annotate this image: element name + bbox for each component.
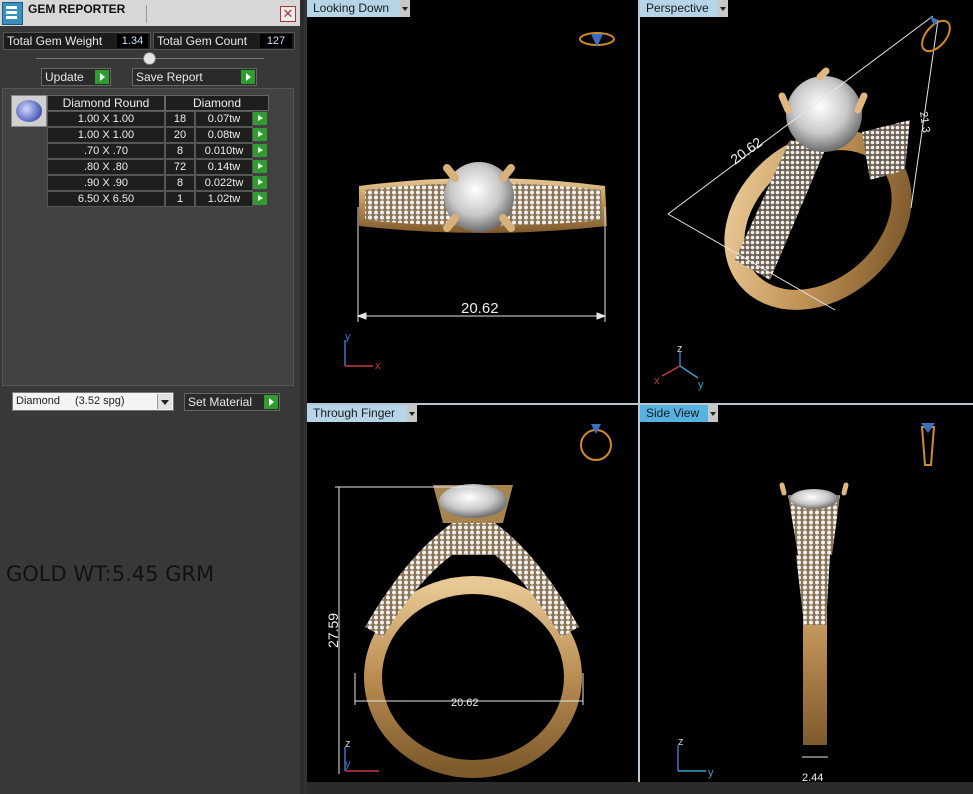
gem-count-cell: 1 [165, 191, 195, 207]
dimension-label: 27.59 [325, 613, 341, 648]
viewport-side-view[interactable]: Side View 2.44 z y [640, 405, 973, 782]
gem-size-cell: .80 X .80 [47, 159, 165, 175]
table-row: .70 X .70 8 0.010tw [47, 143, 269, 159]
diamond-gem-icon[interactable] [11, 95, 47, 127]
viewport-perspective[interactable]: Perspective 20.62 21.3 z x y [640, 0, 973, 403]
panel-title: GEM REPORTER [28, 2, 126, 16]
gem-list-area: Diamond Round Diamond 1.00 X 1.00 18 0.0… [2, 88, 294, 386]
material-select[interactable]: Diamond (3.52 spg) [12, 392, 174, 411]
total-gem-count-value: 127 [260, 34, 292, 48]
play-arrow-icon[interactable] [95, 70, 109, 84]
table-row: 1.00 X 1.00 20 0.08tw [47, 127, 269, 143]
ring-perspective-view [724, 67, 912, 310]
viewport-through-finger[interactable]: Through Finger 27.59 20.62 z y [307, 405, 638, 782]
axis-label: z [345, 738, 351, 750]
gem-weight-cell: 1.02tw [195, 191, 253, 207]
panel-slider-handle[interactable] [143, 52, 156, 65]
panel-titlebar: GEM REPORTER ✕ [0, 0, 300, 26]
play-arrow-icon[interactable] [253, 128, 267, 141]
gem-weight-cell: 0.07tw [195, 111, 253, 127]
play-arrow-icon[interactable] [253, 144, 267, 157]
gem-table-header-material: Diamond [165, 95, 269, 111]
ring-view-icon[interactable] [579, 32, 615, 47]
table-row: 6.50 X 6.50 1 1.02tw [47, 191, 269, 207]
gem-size-cell: .90 X .90 [47, 175, 165, 191]
dimension-label: 2.44 [802, 772, 823, 782]
total-gem-count-field: Total Gem Count 127 [153, 32, 295, 50]
gem-weight-cell: 0.08tw [195, 127, 253, 143]
play-arrow-icon[interactable] [264, 395, 278, 409]
gem-reporter-panel: GEM REPORTER ✕ Total Gem Weight 1.34 Tot… [0, 0, 300, 794]
play-arrow-icon[interactable] [253, 160, 267, 173]
dimension-label: 20.62 [451, 697, 479, 709]
gem-size-cell: .70 X .70 [47, 143, 165, 159]
gem-size-cell: 6.50 X 6.50 [47, 191, 165, 207]
ring-top-view [359, 162, 607, 233]
gem-table-header-shape: Diamond Round [47, 95, 165, 111]
table-row: 1.00 X 1.00 18 0.07tw [47, 111, 269, 127]
material-select-value: Diamond [16, 395, 61, 407]
gem-weight-cell: 0.010tw [195, 143, 253, 159]
dimension-label: 21.3 [917, 111, 932, 134]
update-button-label: Update [45, 70, 84, 84]
dimension-label: 20.62 [461, 300, 499, 317]
through-finger-scene: 27.59 20.62 z y [325, 424, 612, 778]
table-row: .80 X .80 72 0.14tw [47, 159, 269, 175]
play-arrow-icon[interactable] [241, 70, 255, 84]
gem-count-cell: 8 [165, 143, 195, 159]
axis-gizmo: z y [344, 738, 379, 772]
looking-down-scene: 20.62 y x [344, 32, 615, 372]
axis-gizmo: y x [344, 331, 381, 372]
gem-count-cell: 8 [165, 175, 195, 191]
play-arrow-icon[interactable] [253, 112, 267, 125]
total-gem-count-label: Total Gem Count [157, 34, 248, 48]
total-gem-weight-label: Total Gem Weight [7, 34, 103, 48]
update-button[interactable]: Update [41, 68, 111, 86]
total-gem-weight-field: Total Gem Weight 1.34 [3, 32, 151, 50]
side-view-scene: 2.44 z y [677, 423, 936, 782]
save-report-button-label: Save Report [136, 70, 203, 84]
gold-weight-note: GOLD WT:5.45 GRM [6, 562, 215, 586]
axis-label: z [678, 736, 684, 748]
axis-label: y [345, 331, 351, 343]
gem-weight-cell: 0.022tw [195, 175, 253, 191]
ring-side-view [779, 482, 849, 745]
axis-label: x [654, 375, 660, 387]
axis-label: z [677, 343, 683, 355]
play-arrow-icon[interactable] [253, 176, 267, 189]
gem-count-cell: 20 [165, 127, 195, 143]
axis-label: y [698, 379, 704, 391]
axis-gizmo: z x y [654, 343, 704, 391]
gem-count-cell: 18 [165, 111, 195, 127]
ring-front-view [364, 484, 582, 778]
set-material-button[interactable]: Set Material [184, 393, 280, 411]
gem-reporter-icon [2, 2, 23, 25]
close-button[interactable]: ✕ [280, 6, 296, 22]
dimension-label: 20.62 [727, 134, 765, 168]
ring-view-icon[interactable] [580, 424, 612, 461]
material-density-value: (3.52 spg) [75, 395, 125, 407]
gem-weight-cell: 0.14tw [195, 159, 253, 175]
chevron-down-icon[interactable] [157, 394, 172, 409]
axis-label: x [375, 360, 381, 372]
table-row: .90 X .90 8 0.022tw [47, 175, 269, 191]
viewport-looking-down[interactable]: Looking Down 20.62 y x [307, 0, 638, 403]
gem-count-cell: 72 [165, 159, 195, 175]
ring-view-icon[interactable] [920, 423, 936, 466]
save-report-button[interactable]: Save Report [132, 68, 257, 86]
gem-size-cell: 1.00 X 1.00 [47, 127, 165, 143]
axis-label: y [345, 758, 351, 770]
axis-gizmo: z y [677, 736, 714, 779]
set-material-button-label: Set Material [188, 395, 253, 409]
total-gem-weight-value: 1.34 [117, 34, 148, 48]
gem-size-cell: 1.00 X 1.00 [47, 111, 165, 127]
perspective-scene: 20.62 21.3 z x y [654, 15, 951, 391]
axis-label: y [708, 767, 714, 779]
play-arrow-icon[interactable] [253, 192, 267, 205]
title-divider [146, 5, 147, 23]
